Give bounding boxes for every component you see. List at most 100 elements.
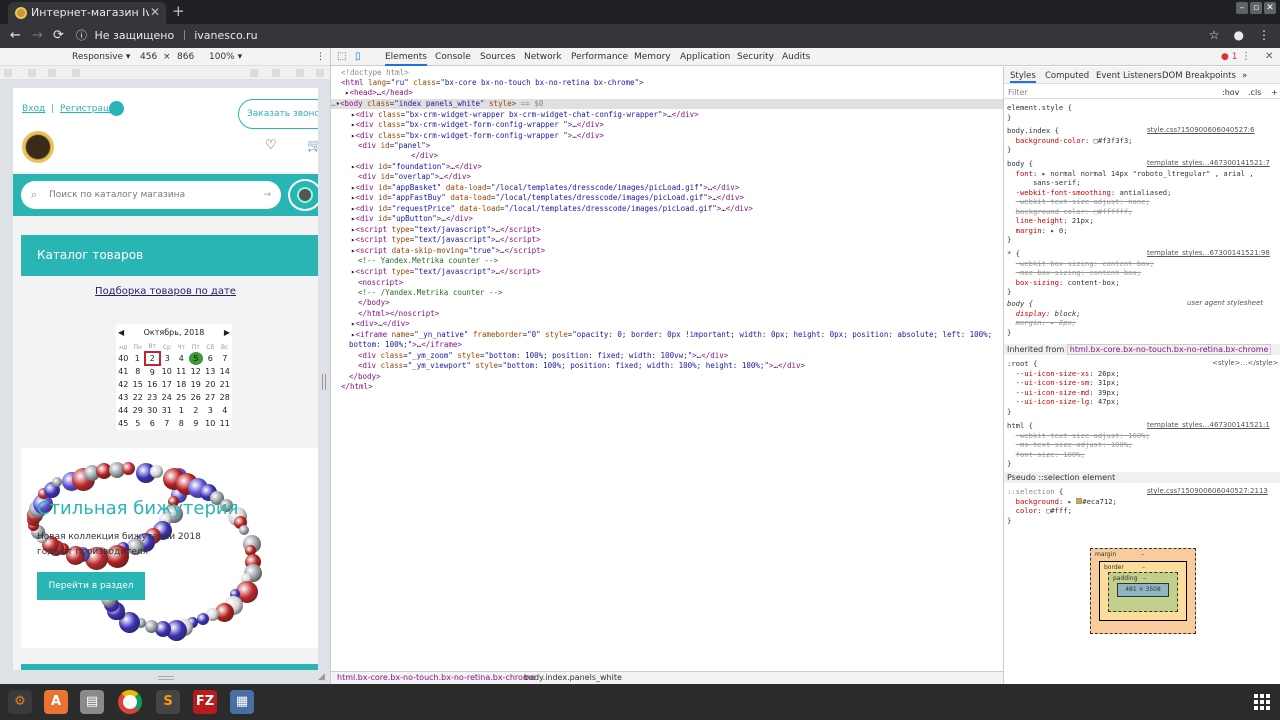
login-link[interactable]: Вход — [22, 104, 45, 114]
dom-node[interactable]: </div> — [411, 151, 438, 161]
calendar-day[interactable]: 15 — [131, 378, 146, 391]
catalog-button[interactable]: Каталог товаров — [21, 235, 318, 276]
calendar-day[interactable]: 9 — [189, 417, 204, 430]
style-rule[interactable]: :root {<style>…</style> --ui-icon-size-x… — [1007, 359, 1278, 416]
styles-tab-4[interactable]: » — [1242, 71, 1247, 81]
dates-selection-link[interactable]: Подборка товаров по дате — [13, 286, 318, 297]
new-rule-button[interactable]: + — [1271, 88, 1278, 97]
profile-icon[interactable]: ● — [1234, 28, 1244, 42]
forward-button[interactable]: → — [32, 28, 43, 43]
calendar-day[interactable]: 8 — [174, 417, 189, 430]
breadcrumb-body[interactable]: body.index.panels_white — [524, 672, 622, 684]
tab-security[interactable]: Security — [737, 52, 774, 62]
dom-node[interactable]: </html> — [341, 382, 373, 392]
calendar-day[interactable]: 14 — [218, 365, 233, 378]
zoom-select[interactable]: 100% ▾ — [209, 52, 242, 62]
dom-node[interactable]: bottom: 100%;">…</iframe> — [349, 340, 462, 350]
calendar-day[interactable]: 5 — [131, 417, 146, 430]
extra-widget-button[interactable] — [288, 179, 318, 211]
dom-node[interactable]: ▸<div>…</div> — [351, 319, 410, 329]
resize-handle-right[interactable] — [322, 374, 326, 390]
dom-node[interactable]: ▸<head>…</head> — [345, 88, 413, 98]
tab-application[interactable]: Application — [680, 52, 730, 62]
address-bar[interactable]: ⓘ Не защищено ivanesco.ru — [76, 27, 1196, 45]
dom-node[interactable]: ▸<div id="requestPrice" data-load="/loca… — [351, 204, 753, 214]
calendar-day[interactable]: 10 — [160, 365, 175, 378]
inherited-from-link[interactable]: html.bx-core.bx-no-touch.bx-no-retina.bx… — [1066, 344, 1272, 355]
calendar-day[interactable]: 31 — [160, 404, 175, 417]
calendar-day[interactable]: 13 — [203, 365, 218, 378]
go-to-section-button[interactable]: Перейти в раздел — [37, 572, 145, 600]
calendar-next-icon[interactable]: ▶ — [224, 324, 230, 342]
styles-tab-2[interactable]: Event Listeners — [1096, 71, 1162, 81]
calendar-day[interactable]: 20 — [203, 378, 218, 391]
site-logo[interactable] — [22, 131, 54, 163]
calendar-day[interactable]: 24 — [160, 391, 175, 404]
dom-comment[interactable]: <!-- Yandex.Metrika counter --> — [358, 256, 498, 266]
tab-network[interactable]: Network — [524, 52, 562, 62]
chrome-icon[interactable] — [118, 690, 142, 714]
dom-tree[interactable]: <!doctype html> <html lang="ru" class="b… — [331, 67, 1003, 671]
calendar-day[interactable]: 1 — [174, 404, 189, 417]
calendar-day[interactable]: 29 — [131, 404, 146, 417]
calendar-day[interactable]: 17 — [160, 378, 175, 391]
error-count-badge[interactable]: ● 1 — [1221, 52, 1237, 62]
calendar-day[interactable]: 30 — [145, 404, 160, 417]
dom-node-selected[interactable]: …▾<body class="index panels_white" style… — [331, 99, 1003, 109]
devtools-close-icon[interactable]: ✕ — [1265, 51, 1273, 62]
search-submit-icon[interactable]: → — [263, 181, 271, 209]
dom-node[interactable]: <div id="overlap">…</div> — [358, 172, 471, 182]
dom-node[interactable]: <div id="panel"> — [358, 141, 430, 151]
dom-node[interactable]: <div class="_ym_viewport" style="bottom:… — [358, 361, 805, 371]
styles-filter[interactable]: Filter :hov .cls + — [1004, 85, 1280, 99]
calendar-day[interactable]: 4 — [174, 352, 189, 365]
cart-icon[interactable]: 🛒 — [307, 138, 318, 152]
dom-node[interactable]: ▸<div class="bx-crm-widget-form-config-w… — [351, 131, 604, 141]
style-rule[interactable]: body {template_styles…467300141521:7 fon… — [1007, 159, 1270, 245]
dom-node[interactable]: <div class="_ym_zoom" style="bottom: 100… — [358, 351, 728, 361]
calendar-day[interactable]: 2 — [189, 404, 204, 417]
tab-console[interactable]: Console — [435, 52, 471, 62]
calendar-day[interactable]: 3 — [160, 352, 175, 365]
styles-tab-0[interactable]: Styles — [1010, 71, 1036, 83]
calendar-day[interactable]: 22 — [131, 391, 146, 404]
calendar-day[interactable]: 10 — [203, 417, 218, 430]
minimize-icon[interactable]: – — [1236, 2, 1248, 14]
dom-node[interactable]: ▸<script type="text/javascript">…</scrip… — [351, 235, 541, 245]
tab-elements[interactable]: Elements — [385, 52, 427, 66]
back-button[interactable]: ← — [10, 28, 21, 43]
dom-node[interactable]: ▸<div id="upButton">…</div> — [351, 214, 473, 224]
calendar-day[interactable]: 18 — [174, 378, 189, 391]
calendar-day[interactable]: 4 — [218, 404, 233, 417]
calendar-day[interactable]: 19 — [189, 378, 204, 391]
dom-node[interactable]: <noscript> — [358, 278, 403, 288]
calendar-day[interactable]: 7 — [218, 352, 233, 365]
filezilla-icon[interactable]: FZ — [193, 690, 217, 714]
menu-icon[interactable]: ⋮ — [1258, 28, 1270, 42]
dom-node[interactable]: ▸<div id="appBasket" data-load="/local/t… — [351, 183, 739, 193]
dom-node[interactable]: ▸<div class="bx-crm-widget-form-config-w… — [351, 120, 604, 130]
hov-toggle[interactable]: :hov — [1222, 88, 1239, 97]
box-model-diagram[interactable]: margin – border – padding – 481 × 3508 — [1090, 548, 1196, 634]
promo-banner[interactable]: Стильная бижутерия Новая коллекция бижут… — [21, 448, 318, 648]
tab-memory[interactable]: Memory — [634, 52, 671, 62]
calendar-day[interactable]: 23 — [145, 391, 160, 404]
calendar-day[interactable]: 1 — [131, 352, 146, 365]
maximize-icon[interactable]: ▫ — [1250, 2, 1262, 14]
device-more-icon[interactable]: ⋮ — [316, 52, 325, 62]
viewport-height[interactable]: 866 — [177, 52, 194, 62]
calendar-day[interactable]: 9 — [145, 365, 160, 378]
close-window-icon[interactable]: ✕ — [1264, 2, 1276, 14]
devtools-menu-icon[interactable]: ⋮ — [1241, 51, 1251, 62]
styles-tab-3[interactable]: DOM Breakpoints — [1162, 71, 1236, 81]
calendar-day[interactable]: 5 — [188, 352, 203, 365]
store-icon[interactable]: A — [44, 690, 68, 714]
calendar-day[interactable]: 28 — [218, 391, 233, 404]
dom-doctype[interactable]: <!doctype html> — [341, 68, 409, 78]
calendar-prev-icon[interactable]: ◀ — [118, 324, 124, 342]
calendar-day[interactable]: 25 — [174, 391, 189, 404]
calendar-day[interactable]: 6 — [203, 352, 218, 365]
style-rule[interactable]: body.index {style.css?150900606040527:6 … — [1007, 126, 1255, 155]
settings-icon[interactable]: ⚙ — [8, 690, 32, 714]
calendar-day[interactable]: 27 — [203, 391, 218, 404]
